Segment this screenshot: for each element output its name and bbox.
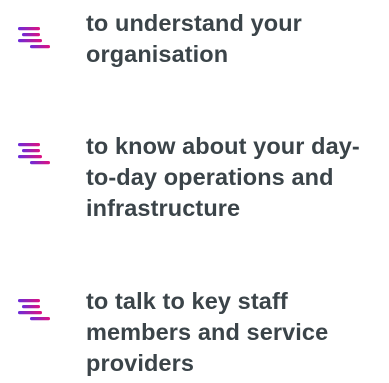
lines-icon [18,27,50,49]
list-item-text: to understand your organisation [86,10,302,67]
list-item-text: to know about your day-to-day operations… [86,133,360,221]
lines-icon [18,299,50,321]
lines-icon [18,143,50,165]
list-item-text: to talk to key staff members and service… [86,288,329,376]
bullet-list: to understand your organisation to know … [0,0,389,383]
